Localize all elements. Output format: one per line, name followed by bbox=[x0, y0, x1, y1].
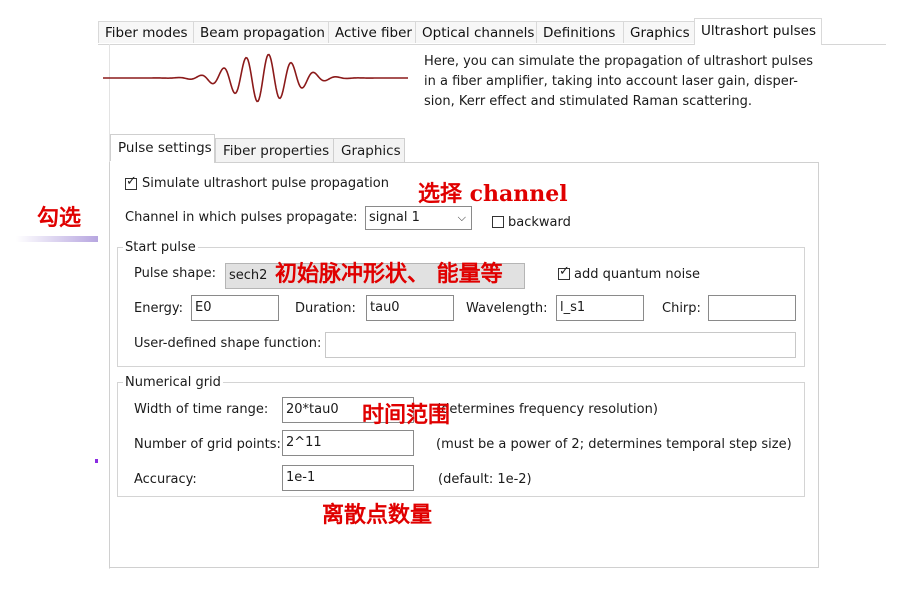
chirp-label: Chirp: bbox=[662, 301, 701, 316]
chevron-down-icon: ⌵ bbox=[457, 211, 466, 224]
start-pulse-title: Start pulse bbox=[123, 240, 198, 255]
tab-active-fiber[interactable]: Active fiber bbox=[328, 21, 416, 43]
pulse-shape-label: Pulse shape: bbox=[134, 266, 216, 281]
quantum-noise-label: add quantum noise bbox=[574, 267, 701, 282]
tab-optical-channels[interactable]: Optical channels bbox=[415, 21, 537, 43]
wavelength-input[interactable]: l_s1 bbox=[556, 295, 644, 321]
energy-label: Energy: bbox=[134, 301, 183, 316]
annotation-initial-pulse: 初始脉冲形状、 能量等 bbox=[275, 261, 503, 287]
energy-input[interactable]: E0 bbox=[191, 295, 279, 321]
annotation-time-range: 时间范围 bbox=[362, 402, 451, 428]
main-tab-strip: Fiber modes Beam propagation Active fibe… bbox=[98, 18, 886, 45]
duration-label: Duration: bbox=[295, 301, 356, 316]
tab-inner-graphics[interactable]: Graphics bbox=[333, 138, 405, 162]
quantum-noise-checkbox[interactable]: ✓ bbox=[558, 265, 570, 280]
chirp-input[interactable] bbox=[708, 295, 796, 321]
tab-beam-propagation[interactable]: Beam propagation bbox=[193, 21, 329, 43]
wavelength-label: Wavelength: bbox=[466, 301, 548, 316]
points-note: (must be a power of 2; determines tempor… bbox=[436, 437, 792, 452]
points-label: Number of grid points: bbox=[134, 437, 281, 452]
annotation-grid-points: 离散点数量 bbox=[322, 502, 433, 528]
accuracy-note: (default: 1e-2) bbox=[438, 472, 532, 487]
annotation-select-channel: 选择 channel bbox=[418, 181, 568, 207]
tab-fiber-modes[interactable]: Fiber modes bbox=[98, 21, 194, 43]
tab-ultrashort-pulses[interactable]: Ultrashort pulses bbox=[694, 18, 822, 45]
tab-fiber-properties[interactable]: Fiber properties bbox=[215, 138, 334, 162]
width-note: (determines frequency resolution) bbox=[436, 402, 658, 417]
backward-label: backward bbox=[508, 215, 571, 230]
points-input[interactable]: 2^11 bbox=[282, 430, 414, 456]
channel-select-value: signal 1 bbox=[369, 210, 420, 225]
user-shape-input[interactable] bbox=[325, 332, 796, 358]
channel-label: Channel in which pulses propagate: bbox=[125, 210, 358, 225]
tab-graphics[interactable]: Graphics bbox=[623, 21, 695, 43]
user-shape-label: User-defined shape function: bbox=[134, 336, 322, 351]
highlight-bar bbox=[16, 236, 98, 242]
annotation-check: 勾选 bbox=[37, 205, 82, 231]
accuracy-input[interactable]: 1e-1 bbox=[282, 465, 414, 491]
accuracy-label: Accuracy: bbox=[134, 472, 197, 487]
numerical-grid-title: Numerical grid bbox=[123, 375, 223, 390]
tab-pulse-settings[interactable]: Pulse settings bbox=[110, 134, 215, 163]
marker-dot bbox=[95, 459, 98, 463]
pulse-waveform-icon bbox=[103, 53, 408, 103]
channel-select[interactable]: signal 1 ⌵ bbox=[365, 206, 472, 230]
duration-input[interactable]: tau0 bbox=[366, 295, 454, 321]
description-text: Here, you can simulate the propagation o… bbox=[424, 54, 814, 109]
simulate-checkbox[interactable]: ✓ bbox=[125, 175, 137, 190]
width-label: Width of time range: bbox=[134, 402, 269, 417]
backward-checkbox[interactable] bbox=[492, 216, 504, 228]
simulate-label: Simulate ultrashort pulse propagation bbox=[142, 176, 389, 191]
tab-definitions[interactable]: Definitions bbox=[536, 21, 624, 43]
active-tab-joiner bbox=[110, 161, 214, 163]
